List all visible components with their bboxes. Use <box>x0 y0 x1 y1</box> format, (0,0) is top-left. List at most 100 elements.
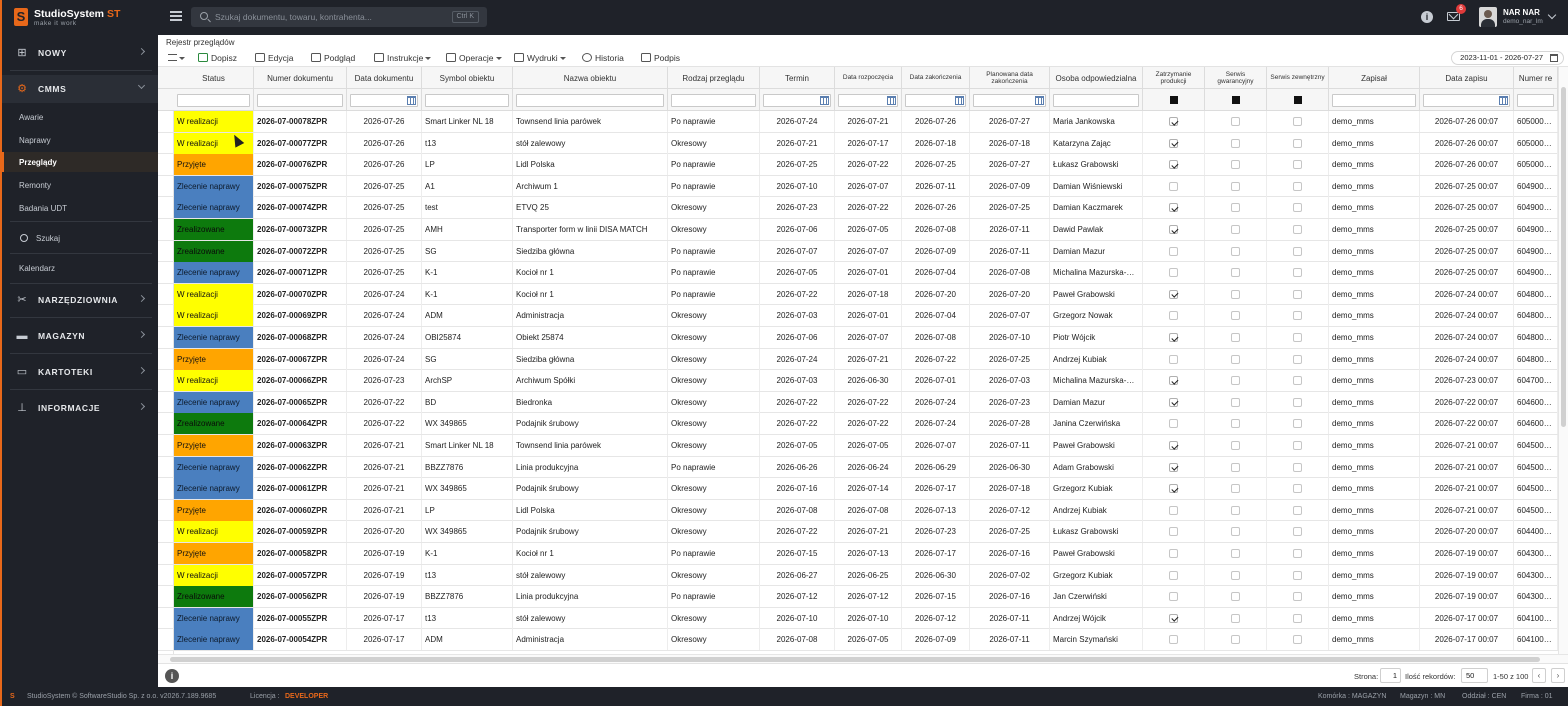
checkbox[interactable] <box>1169 246 1178 256</box>
column-header-warranty-service[interactable]: Serwis gwarancyjny <box>1205 67 1267 89</box>
checkbox[interactable] <box>1231 635 1240 645</box>
checkbox[interactable] <box>1293 376 1302 386</box>
table-row[interactable]: Przyjęte 2026-07-00067ZPR 2026-07-24 SG Sied… <box>158 348 1558 371</box>
columns-menu-button[interactable] <box>168 52 185 65</box>
checkbox[interactable] <box>1169 376 1178 386</box>
checkbox[interactable] <box>1169 354 1178 364</box>
checkbox[interactable] <box>1169 289 1178 299</box>
checkbox[interactable] <box>1293 613 1302 623</box>
column-header-production-stop[interactable]: Zatrzymanie produkcji <box>1143 67 1205 89</box>
sidebar-item-szukaj[interactable]: Szukaj <box>2 228 158 248</box>
column-header-inspection-type[interactable]: Rodzaj przeglądu <box>668 67 760 89</box>
filter-input[interactable] <box>1053 94 1139 107</box>
checkbox[interactable] <box>1231 397 1240 407</box>
checkbox[interactable] <box>1293 419 1302 429</box>
checkbox[interactable] <box>1231 246 1240 256</box>
checkbox[interactable] <box>1169 527 1178 537</box>
table-row[interactable]: Zlecenie naprawy 2026-07-00068ZPR 2026-07-… <box>158 327 1558 349</box>
checkbox[interactable] <box>1169 441 1178 450</box>
table-row[interactable]: Zlecenie naprawy 2026-07-00071ZPR 2026-07-… <box>158 262 1558 284</box>
checkbox[interactable] <box>1293 441 1302 450</box>
column-header-deadline[interactable]: Termin <box>760 67 835 89</box>
checkbox[interactable] <box>1231 311 1240 321</box>
filter-input[interactable] <box>1423 94 1510 107</box>
table-row[interactable]: Zlecenie naprawy 2026-07-00065ZPR 2026-07-… <box>158 391 1558 414</box>
next-page-button[interactable]: › <box>1551 668 1565 683</box>
table-row[interactable]: Zlecenie naprawy 2026-07-00061ZPR 2026-07-… <box>158 478 1558 500</box>
checkbox[interactable] <box>1293 354 1302 364</box>
checkbox[interactable] <box>1293 549 1302 558</box>
checkbox[interactable] <box>1231 613 1240 623</box>
dopisz-button[interactable]: Dopisz <box>198 52 237 65</box>
table-row[interactable]: Zlecenie naprawy 2026-07-00074ZPR 2026-07-… <box>158 197 1558 219</box>
checkbox[interactable] <box>1293 462 1302 472</box>
menu-toggle-icon[interactable] <box>170 11 182 23</box>
sidebar-section-kartoteki[interactable]: ▭ KARTOTEKI <box>2 358 158 386</box>
edycja-button[interactable]: Edycja <box>255 52 294 65</box>
checkbox[interactable] <box>1293 570 1302 580</box>
checkbox[interactable] <box>1169 635 1178 645</box>
column-header-planned-end-date[interactable]: Planowana data zakończenia <box>970 67 1050 89</box>
checkbox[interactable] <box>1169 484 1178 494</box>
historia-button[interactable]: Historia <box>582 52 624 65</box>
table-row[interactable]: W realizacji 2026-07-00066ZPR 2026-07-23 Ar… <box>158 370 1558 392</box>
checkbox[interactable] <box>1169 268 1178 278</box>
filter-input[interactable] <box>516 94 664 107</box>
operacje-button[interactable]: Operacje <box>446 52 502 65</box>
column-header-object-name[interactable]: Nazwa obiektu <box>513 67 668 89</box>
horizontal-scrollbar[interactable] <box>158 654 1568 663</box>
calendar-icon[interactable] <box>1035 96 1044 105</box>
filter-checkbox[interactable] <box>1231 96 1240 104</box>
avatar[interactable] <box>1479 7 1497 27</box>
podglad-button[interactable]: Podgląd <box>311 52 355 65</box>
checkbox[interactable] <box>1231 117 1240 126</box>
table-row[interactable]: W realizacji 2026-07-00057ZPR 2026-07-19 t1… <box>158 564 1558 587</box>
checkbox[interactable] <box>1231 592 1240 602</box>
checkbox[interactable] <box>1293 635 1302 645</box>
table-row[interactable]: Zlecenie naprawy 2026-07-00075ZPR 2026-07-… <box>158 175 1558 198</box>
filter-input[interactable] <box>257 94 343 107</box>
checkbox[interactable] <box>1293 225 1302 234</box>
checkbox[interactable] <box>1293 181 1302 191</box>
user-menu-chevron-icon[interactable] <box>1547 10 1557 20</box>
sidebar-item-naprawy[interactable]: Naprawy <box>2 130 158 150</box>
checkbox[interactable] <box>1169 462 1178 472</box>
checkbox[interactable] <box>1231 181 1240 191</box>
column-header-reference-number[interactable]: Numer re <box>1514 67 1558 89</box>
table-row[interactable]: W realizacji 2026-07-00078ZPR 2026-07-26 Sm… <box>158 111 1558 133</box>
checkbox[interactable] <box>1231 333 1240 342</box>
checkbox[interactable] <box>1231 527 1240 537</box>
calendar-icon[interactable] <box>887 96 896 105</box>
page-input[interactable]: 1 <box>1380 668 1401 683</box>
filter-input[interactable] <box>177 94 250 107</box>
checkbox[interactable] <box>1231 354 1240 364</box>
checkbox[interactable] <box>1231 225 1240 234</box>
calendar-icon[interactable] <box>1499 96 1508 105</box>
scroll-thumb[interactable] <box>170 657 1540 662</box>
checkbox[interactable] <box>1169 592 1178 602</box>
column-header-responsible-person[interactable]: Osoba odpowiedzialna <box>1050 67 1143 89</box>
checkbox[interactable] <box>1169 138 1178 148</box>
checkbox[interactable] <box>1169 613 1178 623</box>
checkbox[interactable] <box>1293 268 1302 278</box>
table-row[interactable]: Przyjęte 2026-07-00060ZPR 2026-07-21 LP Lidl… <box>158 499 1558 522</box>
records-select[interactable]: 50 <box>1461 668 1488 683</box>
column-header-document-date[interactable]: Data dokumentu <box>347 67 422 89</box>
checkbox[interactable] <box>1293 592 1302 602</box>
checkbox[interactable] <box>1169 419 1178 429</box>
table-row[interactable]: Przyjęte 2026-07-00058ZPR 2026-07-19 K-1 Koc… <box>158 543 1558 565</box>
filter-checkbox[interactable] <box>1169 96 1178 104</box>
prev-page-button[interactable]: ‹ <box>1532 668 1546 683</box>
checkbox[interactable] <box>1293 138 1302 148</box>
filter-checkbox[interactable] <box>1293 96 1302 104</box>
column-header-document-number[interactable]: Numer dokumentu <box>254 67 347 89</box>
checkbox[interactable] <box>1169 203 1178 213</box>
sidebar-section-narzedziownia[interactable]: ✂ NARZĘDZIOWNIA <box>2 286 158 314</box>
checkbox[interactable] <box>1231 376 1240 386</box>
table-row[interactable]: Zlecenie naprawy 2026-07-00055ZPR 2026-07-… <box>158 607 1558 630</box>
filter-input[interactable] <box>1517 94 1554 107</box>
vertical-scrollbar[interactable] <box>1558 67 1568 654</box>
wydruki-button[interactable]: Wydruki <box>514 52 566 65</box>
checkbox[interactable] <box>1231 549 1240 558</box>
calendar-icon[interactable] <box>407 96 416 105</box>
